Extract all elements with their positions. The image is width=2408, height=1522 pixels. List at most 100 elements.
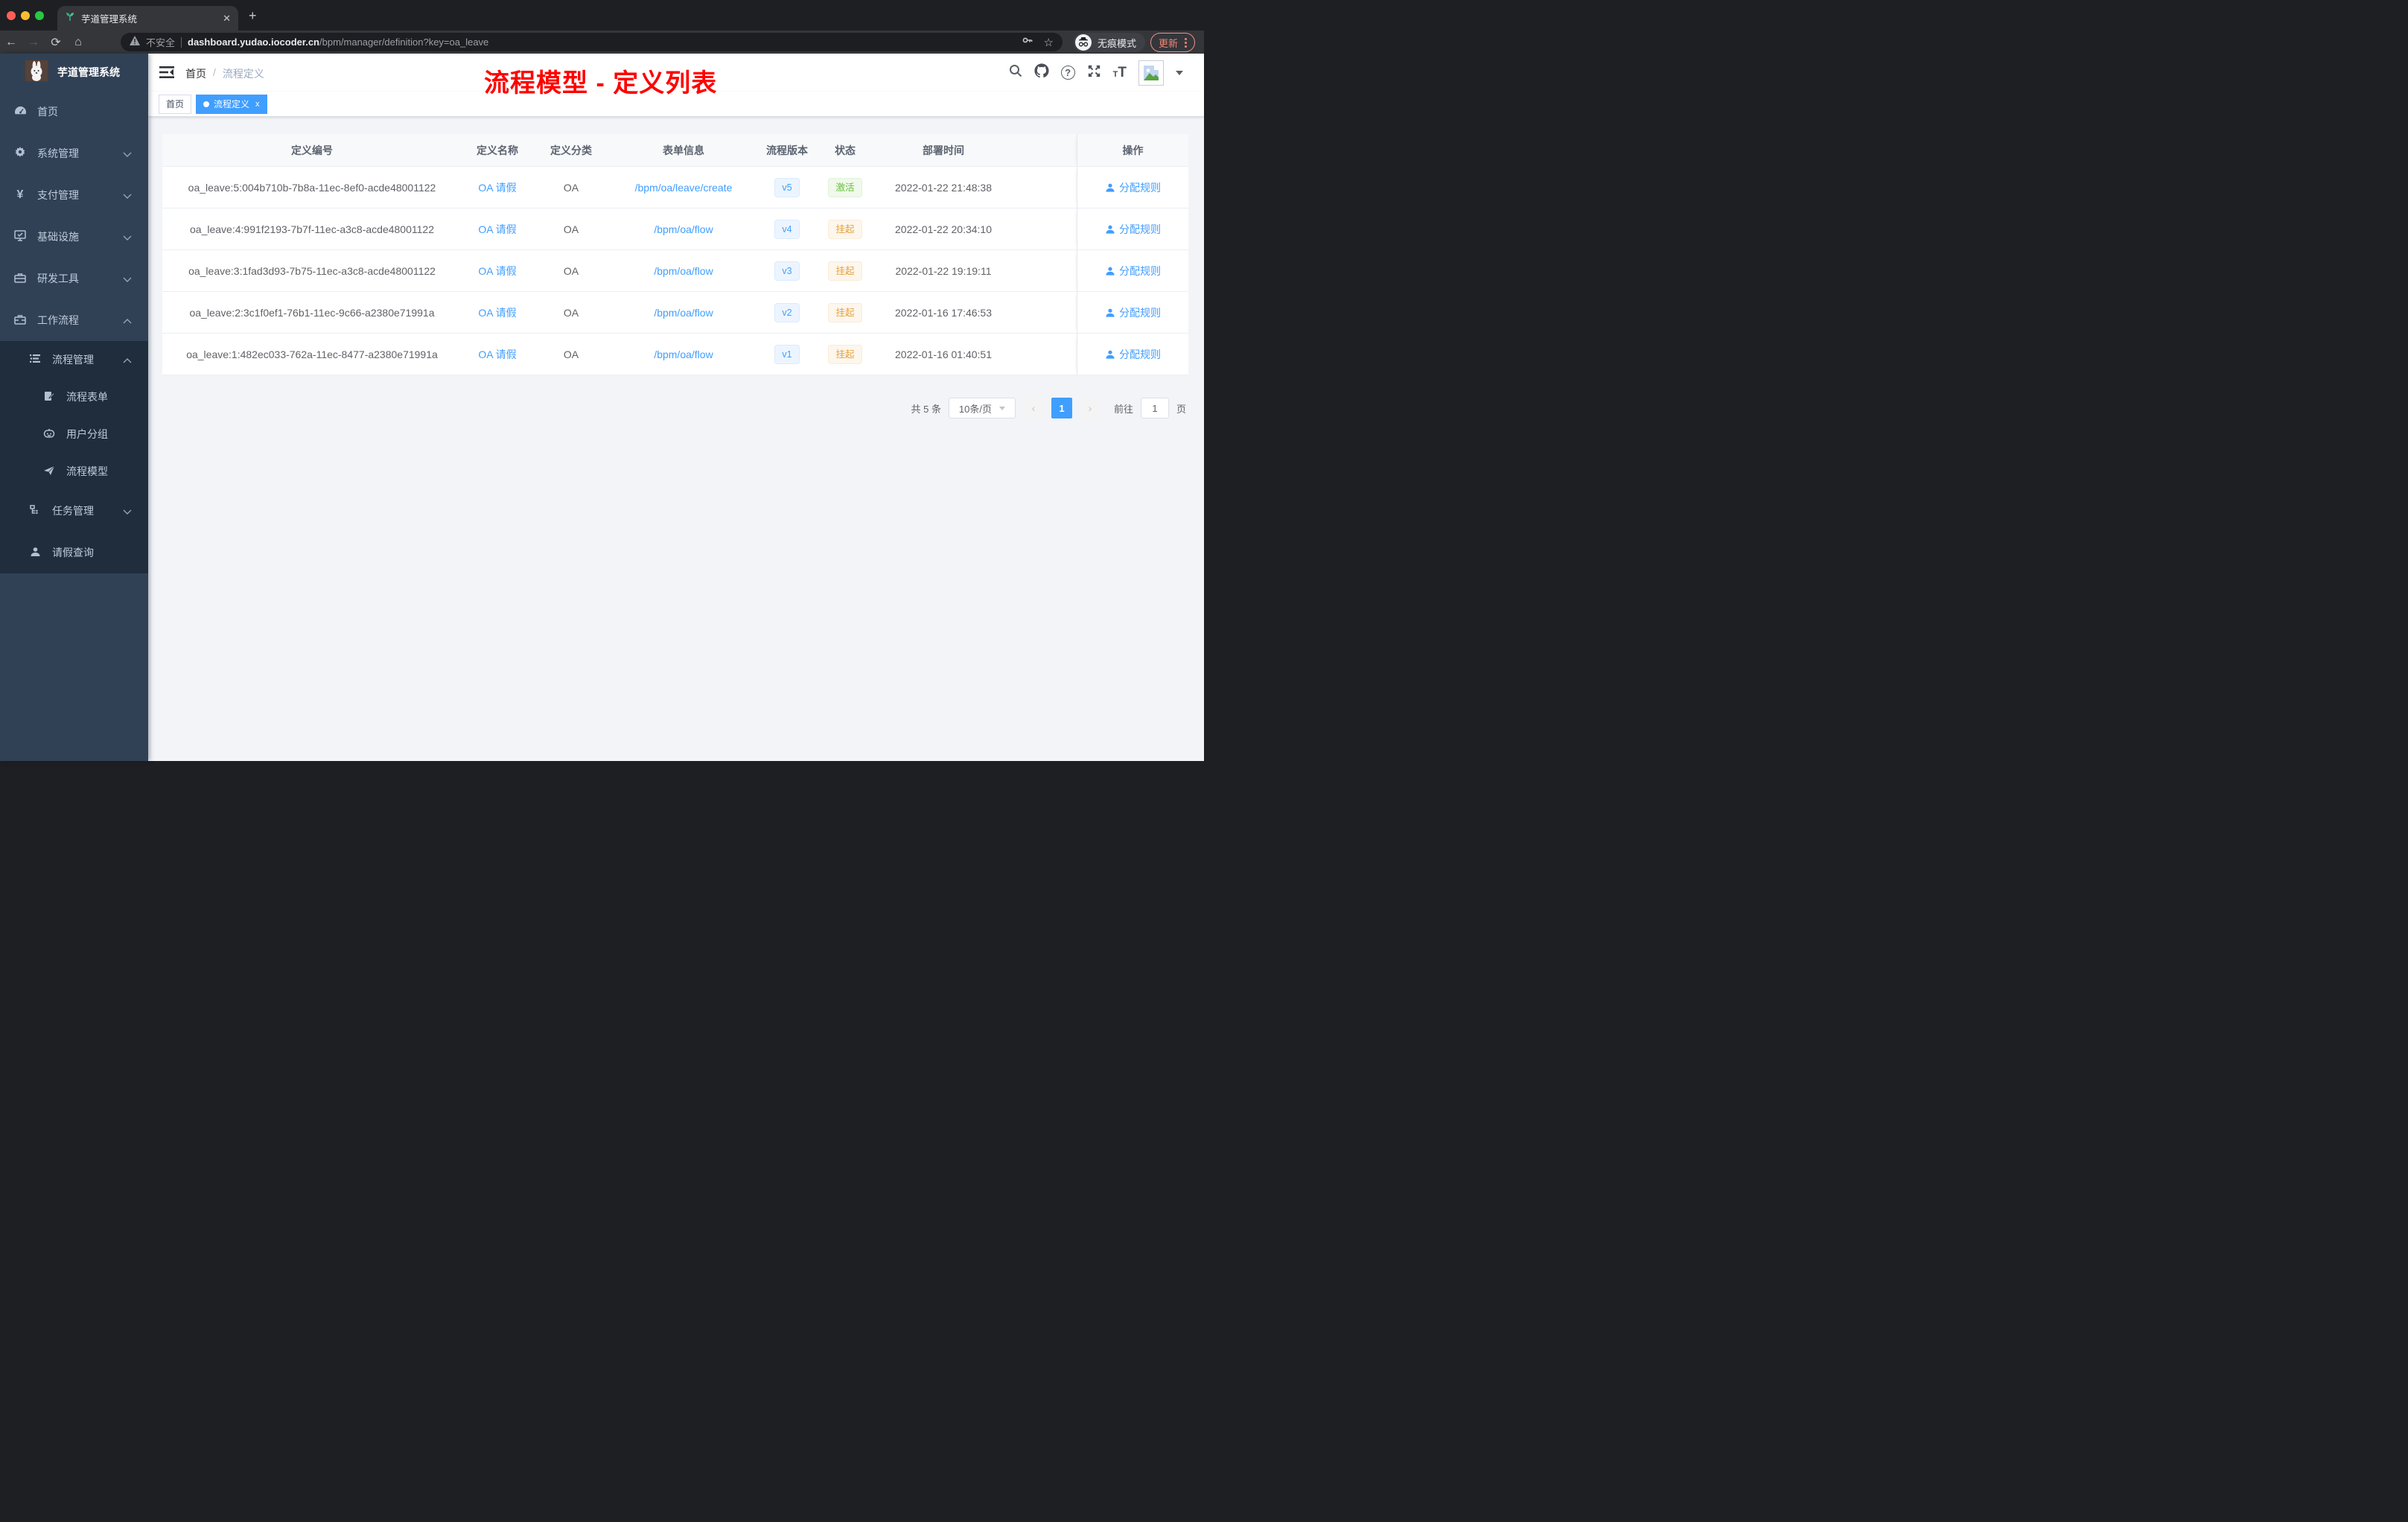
security-label[interactable]: 不安全 xyxy=(146,35,175,49)
minimize-window-button[interactable] xyxy=(21,11,30,20)
help-icon[interactable]: ? xyxy=(1060,66,1075,80)
definition-name-link[interactable]: OA 请假 xyxy=(478,222,516,237)
cell-deploy-time: 2022-01-22 20:34:10 xyxy=(895,223,992,235)
col-header-form: 表单信息 xyxy=(663,144,704,156)
sidebar-item-label: 首页 xyxy=(37,106,58,118)
cell-category: OA xyxy=(563,306,579,319)
close-window-button[interactable] xyxy=(7,11,16,20)
definition-name-link[interactable]: OA 请假 xyxy=(478,347,516,362)
goto-label: 前往 xyxy=(1113,403,1133,415)
sidebar-item-workflow[interactable]: 工作流程 xyxy=(0,299,148,341)
tab-strip: 芋道管理系统 ✕ + xyxy=(0,0,1204,31)
sidebar-item-task-management[interactable]: 任务管理 xyxy=(0,490,148,532)
url-text[interactable]: dashboard.yudao.iocoder.cn/bpm/manager/d… xyxy=(188,36,1016,48)
sidebar-item-label: 支付管理 xyxy=(37,189,79,201)
form-link[interactable]: /bpm/oa/flow xyxy=(654,307,713,319)
logo-avatar xyxy=(25,59,48,86)
gear-icon xyxy=(13,146,27,161)
fullscreen-icon[interactable] xyxy=(1087,64,1101,82)
col-header-action: 操作 xyxy=(1077,134,1188,166)
font-size-icon[interactable]: TT xyxy=(1113,65,1127,81)
tab-close-icon[interactable]: ✕ xyxy=(223,13,231,25)
tab-title: 芋道管理系统 xyxy=(81,14,138,25)
prev-page-button[interactable]: ‹ xyxy=(1022,398,1044,418)
table-row: oa_leave:5:004b710b-7b8a-11ec-8ef0-acde4… xyxy=(162,167,1188,208)
password-key-icon[interactable] xyxy=(1022,34,1033,50)
assign-rule-link[interactable]: 分配规则 xyxy=(1105,180,1161,195)
app-title: 芋道管理系统 xyxy=(57,66,120,78)
browser-tab[interactable]: 芋道管理系统 ✕ xyxy=(57,6,238,31)
current-page-button[interactable]: 1 xyxy=(1051,398,1072,418)
sidebar-menu: 首页 系统管理 ¥ 支付管理 基础设施 研发工具 工作流程 流程管理 流程表单 … xyxy=(0,91,148,573)
browser-update-button[interactable]: 更新 xyxy=(1150,33,1196,52)
breadcrumb-separator: / xyxy=(213,66,216,78)
search-icon[interactable] xyxy=(1009,64,1022,81)
form-link[interactable]: /bpm/oa/flow xyxy=(654,265,713,277)
toolbox-icon xyxy=(13,273,27,285)
paper-plane-icon xyxy=(42,465,56,478)
definition-name-link[interactable]: OA 请假 xyxy=(478,180,516,195)
sidebar-item-process-management[interactable]: 流程管理 xyxy=(0,341,148,378)
version-tag: v4 xyxy=(774,219,800,239)
cell-deploy-time: 2022-01-16 17:46:53 xyxy=(895,306,992,319)
definition-name-link[interactable]: OA 请假 xyxy=(478,264,516,278)
version-tag: v1 xyxy=(774,344,800,364)
home-icon[interactable]: ⌂ xyxy=(67,36,89,49)
update-label[interactable]: 更新 xyxy=(1159,36,1178,50)
tag-home[interactable]: 首页 xyxy=(159,94,192,114)
sidebar-item-leave-query[interactable]: 请假查询 xyxy=(0,532,148,573)
sidebar-item-payment[interactable]: ¥ 支付管理 xyxy=(0,174,148,216)
back-icon[interactable]: ← xyxy=(0,36,22,49)
assign-rule-link[interactable]: 分配规则 xyxy=(1105,305,1161,320)
zoom-window-button[interactable] xyxy=(35,11,44,20)
sidebar-item-label: 工作流程 xyxy=(37,314,79,326)
workflow-submenu: 流程管理 流程表单 用户分组 流程模型 任务管理 请假查询 xyxy=(0,341,148,573)
avatar-broken-image[interactable] xyxy=(1138,60,1164,86)
form-link[interactable]: /bpm/oa/leave/create xyxy=(635,182,733,194)
user-menu-caret-icon[interactable] xyxy=(1176,70,1183,75)
main-panel: 定义编号 定义名称 定义分类 表单信息 流程版本 状态 部署时间 操作 oa_l… xyxy=(148,117,1204,761)
sidebar-item-dev-tools[interactable]: 研发工具 xyxy=(0,258,148,299)
sidebar-item-label: 流程管理 xyxy=(52,354,94,366)
tag-process-definition[interactable]: 流程定义 x xyxy=(196,94,267,114)
table-row: oa_leave:4:991f2193-7b7f-11ec-a3c8-acde4… xyxy=(162,208,1188,250)
new-tab-button[interactable]: + xyxy=(249,9,257,22)
form-link[interactable]: /bpm/oa/flow xyxy=(654,223,713,235)
address-bar[interactable]: 不安全 dashboard.yudao.iocoder.cn/bpm/manag… xyxy=(121,33,1063,51)
next-page-button[interactable]: › xyxy=(1079,398,1101,418)
collapse-sidebar-icon[interactable] xyxy=(159,66,174,83)
reload-icon[interactable]: ⟳ xyxy=(45,35,67,50)
document-edit-icon xyxy=(42,391,56,404)
goto-page-input[interactable]: 1 xyxy=(1140,398,1169,418)
chevron-down-icon xyxy=(123,147,132,159)
sidebar-item-system[interactable]: 系统管理 xyxy=(0,133,148,174)
bookmark-star-icon[interactable]: ☆ xyxy=(1044,36,1054,49)
chevron-up-icon xyxy=(123,314,132,326)
page-size-select[interactable]: 10条/页 xyxy=(948,398,1016,418)
cell-category: OA xyxy=(563,181,579,194)
status-badge: 激活 xyxy=(828,177,862,197)
pagination: 共 5 条 10条/页 ‹ 1 › 前往 1 页 xyxy=(911,398,1186,418)
sidebar-item-home[interactable]: 首页 xyxy=(0,91,148,133)
close-tag-icon[interactable]: x xyxy=(255,100,260,109)
github-icon[interactable] xyxy=(1034,63,1049,82)
chrome-menu-icon[interactable] xyxy=(1185,37,1188,48)
breadcrumb-home[interactable]: 首页 xyxy=(185,66,206,81)
select-caret-icon xyxy=(999,406,1005,410)
definition-name-link[interactable]: OA 请假 xyxy=(478,305,516,320)
sidebar-item-user-group[interactable]: 用户分组 xyxy=(0,415,148,453)
sidebar-item-infrastructure[interactable]: 基础设施 xyxy=(0,216,148,258)
assign-rule-link[interactable]: 分配规则 xyxy=(1105,264,1161,278)
sidebar-item-process-model[interactable]: 流程模型 xyxy=(0,453,148,490)
table-header-row: 定义编号 定义名称 定义分类 表单信息 流程版本 状态 部署时间 操作 xyxy=(162,134,1188,167)
sidebar-logo[interactable]: 芋道管理系统 xyxy=(0,54,148,91)
form-link[interactable]: /bpm/oa/flow xyxy=(654,348,713,360)
assign-rule-link[interactable]: 分配规则 xyxy=(1105,347,1161,362)
sidebar-item-process-form[interactable]: 流程表单 xyxy=(0,378,148,415)
app-root: 芋道管理系统 首页 系统管理 ¥ 支付管理 基础设施 研发工具 工作流程 流程管… xyxy=(0,54,1204,761)
sidebar-item-label: 系统管理 xyxy=(37,147,79,159)
forward-icon[interactable]: → xyxy=(22,36,45,49)
cell-definition-id: oa_leave:3:1fad3d93-7b75-11ec-a3c8-acde4… xyxy=(188,264,436,277)
assign-rule-link[interactable]: 分配规则 xyxy=(1105,222,1161,237)
definition-table: 定义编号 定义名称 定义分类 表单信息 流程版本 状态 部署时间 操作 oa_l… xyxy=(162,134,1188,375)
